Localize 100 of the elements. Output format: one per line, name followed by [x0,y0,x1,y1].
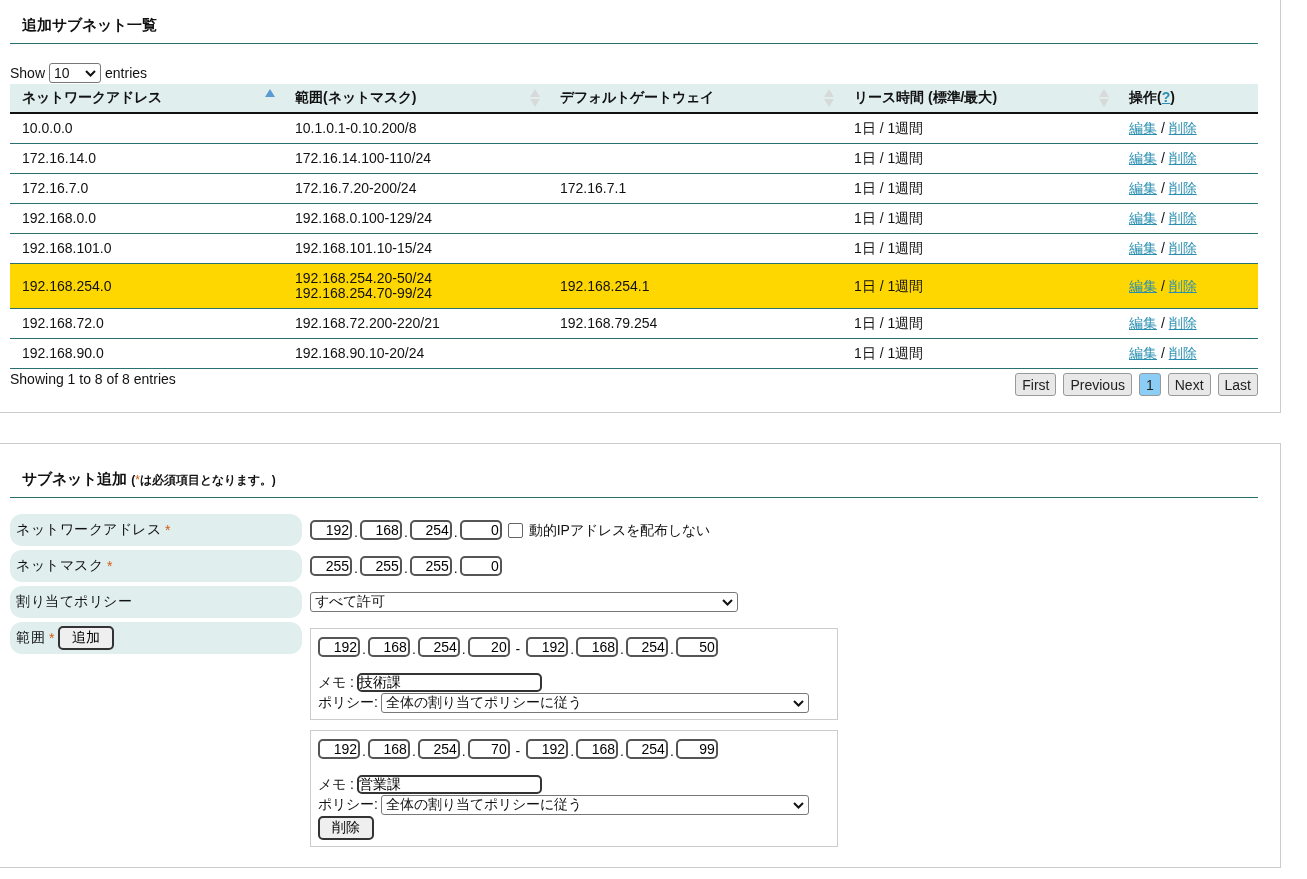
edit-link[interactable]: 編集 [1129,150,1157,166]
octet-field[interactable]: 0 [459,520,502,540]
edit-link[interactable]: 編集 [1129,315,1157,331]
octet-dot: . [354,524,358,540]
memo-label: メモ : [318,775,354,794]
link-separator: / [1160,345,1165,361]
table-cell: 1日 / 1週間 [842,263,1117,309]
required-mark: * [107,558,113,574]
delete-link[interactable]: 削除 [1168,120,1197,136]
octet-dot: . [461,743,466,759]
required-note: (*は必須項目となります。) [131,473,276,487]
octet-field[interactable]: 168 [367,739,410,759]
checkbox[interactable] [507,522,523,538]
add-button[interactable]: 追加 [58,626,115,650]
delete-link[interactable]: 削除 [1168,240,1197,256]
table-row[interactable]: 192.168.0.0 192.168.0.100-129/24 1日 / 1週間 編集 / 削除 [10,203,1258,234]
memo-field[interactable]: 営業課 [356,775,542,794]
policy-label: ポリシー: [318,694,378,712]
table-cell: 172.16.14.100-110/24 [283,143,548,174]
table-row[interactable]: 10.0.0.0 10.1.0.1-0.10.200/8 1日 / 1週間 編集 / 削除 [10,113,1258,144]
octet-field[interactable]: 168 [367,637,410,657]
octet-field[interactable]: 20 [467,637,510,657]
table-row[interactable]: 172.16.7.0 172.16.7.20-200/24 172.16.7.1 1日 / 1週間 編集 / 削除 [10,173,1258,204]
octet-field[interactable]: 168 [576,637,618,657]
edit-link[interactable]: 編集 [1129,180,1157,196]
table-cell: 172.16.14.0 [10,143,283,174]
memo-field[interactable]: 技術課 [356,673,542,692]
pagination-button[interactable]: Previous [1063,373,1132,396]
delete-link[interactable]: 削除 [1168,210,1197,226]
octet-dot: . [403,524,408,540]
table-cell: 1日 / 1週間 [842,308,1117,339]
octet-field[interactable]: 255 [310,556,352,576]
octet-dot: . [362,743,366,759]
policy-select[interactable]: すべて許可 [310,592,738,612]
table-cell: 192.168.254.20-50/24 192.168.254.70-99/24 [283,263,548,309]
octet-field[interactable]: 254 [625,739,668,759]
range-dash: - [514,743,522,759]
range-dash: - [514,641,522,657]
octet-field[interactable]: 192 [526,739,569,759]
table-row[interactable]: 192.168.101.0 192.168.101.10-15/24 1日 / 1週間 編集 / 削除 [10,233,1258,264]
policy-select[interactable]: 全体の割り当てポリシーに従う [380,795,809,815]
table-row[interactable]: 172.16.14.0 172.16.14.100-110/24 1日 / 1週間 編集 / 削除 [10,143,1258,174]
table-row[interactable]: 192.168.90.0 192.168.90.10-20/24 1日 / 1週間 編集 / 削除 [10,338,1258,369]
octet-field[interactable]: 168 [576,739,618,759]
octet-field[interactable]: 192 [526,637,569,657]
octet-field[interactable]: 192 [318,637,360,657]
pagination-button[interactable]: 1 [1138,373,1161,396]
octet-dot: . [461,641,466,657]
table-cell: 172.16.7.20-200/24 [283,173,548,204]
link-separator: / [1160,277,1165,294]
octet-field[interactable]: 50 [675,637,718,657]
octet-field[interactable]: 254 [625,637,668,657]
table-cell: 192.168.90.10-20/24 [283,338,548,369]
delete-link[interactable]: 削除 [1168,150,1197,166]
table-cell: 192.168.101.10-15/24 [283,233,548,264]
column-header[interactable]: リース時間 (標準/最大) [842,84,1117,113]
table-cell: 192.168.254.0 [10,263,283,309]
entries-select[interactable]: 10 [49,63,102,83]
octet-dot: . [411,743,416,759]
column-label: 操作(?) [1129,89,1175,105]
octet-field[interactable]: 192 [318,739,360,759]
pagination-button[interactable]: First [1015,373,1057,396]
table-cell: 1日 / 1週間 [842,203,1117,234]
octet-field[interactable]: 99 [675,739,718,759]
octet-dot: . [403,560,408,576]
edit-link[interactable]: 編集 [1129,240,1157,256]
octet-dot: . [620,743,624,759]
section-title: 追加サブネット一覧 [10,12,1258,44]
octet-field[interactable]: 168 [359,520,402,540]
octet-field[interactable]: 254 [417,637,460,657]
table-info: Showing 1 to 8 of 8 entries [10,371,176,387]
table-cell: 1日 / 1週間 [842,233,1117,264]
octet-field[interactable]: 0 [459,556,502,576]
octet-field[interactable]: 192 [310,520,352,540]
column-header[interactable]: 範囲(ネットマスク) [283,84,548,113]
pagination-button[interactable]: Last [1217,373,1258,396]
edit-link[interactable]: 編集 [1129,345,1157,361]
delete-button[interactable]: 削除 [318,816,374,840]
delete-link[interactable]: 削除 [1168,345,1197,361]
policy-select[interactable]: 全体の割り当てポリシーに従う [380,693,809,713]
table-cell: 172.16.7.0 [10,173,283,204]
octet-dot: . [669,641,674,657]
column-header[interactable]: ネットワークアドレス [10,84,283,113]
section-title: サブネット追加 (*は必須項目となります。) [10,466,1258,498]
edit-link[interactable]: 編集 [1129,120,1157,136]
octet-field[interactable]: 254 [417,739,460,759]
table-cell: 192.168.79.254 [548,308,842,339]
edit-link[interactable]: 編集 [1129,210,1157,226]
table-row[interactable]: 192.168.72.0 192.168.72.200-220/21 192.168.79.254 1日 / 1週間 編集 / 削除 [10,308,1258,339]
octet-field[interactable]: 254 [409,520,452,540]
column-header[interactable]: デフォルトゲートウェイ [548,84,842,113]
link-separator: / [1160,210,1165,226]
pagination-button[interactable]: Next [1167,373,1211,396]
delete-link[interactable]: 削除 [1168,315,1197,331]
octet-field[interactable]: 255 [409,556,452,576]
octet-field[interactable]: 70 [467,739,510,759]
caret-icon [792,699,804,707]
delete-link[interactable]: 削除 [1168,180,1197,196]
octet-field[interactable]: 255 [359,556,402,576]
octet-dot: . [570,743,574,759]
